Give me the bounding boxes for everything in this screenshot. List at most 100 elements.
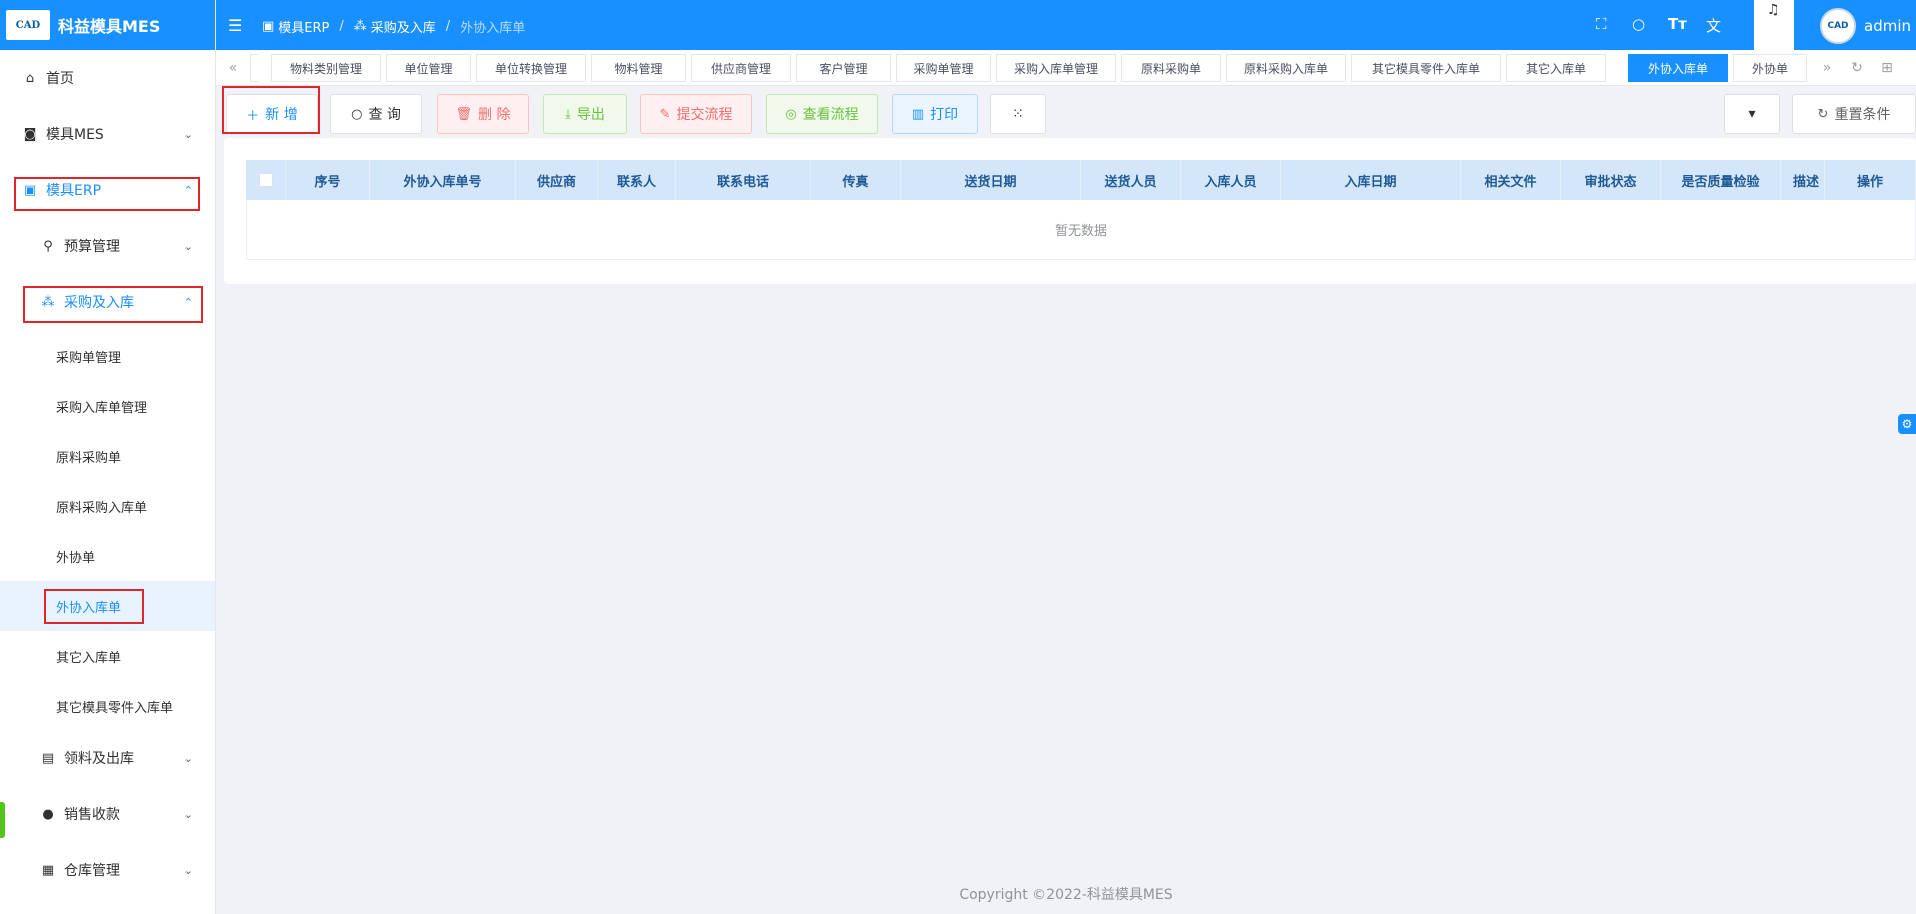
breadcrumb-item[interactable]: 采购及入库 xyxy=(371,17,436,36)
column-header[interactable]: 入库日期 xyxy=(1281,160,1461,200)
view-flow-button[interactable]: ◎ 查看流程 xyxy=(766,94,878,134)
sidebar-item-warehouse[interactable]: ▦ 仓库管理 ⌄ xyxy=(0,848,215,892)
sidebar-sub-item[interactable]: 采购入库单管理 xyxy=(0,381,215,431)
highlight-box xyxy=(23,286,203,323)
refresh-icon[interactable]: ↻ xyxy=(1844,54,1870,82)
printer-icon: ▥ xyxy=(911,106,925,122)
column-header[interactable]: 外协入库单号 xyxy=(370,160,516,200)
avatar-text: CAD xyxy=(1827,21,1849,31)
highlight-box xyxy=(222,86,320,134)
tag-item[interactable]: 原料采购入库单 xyxy=(1226,54,1346,82)
search-icon: ○ xyxy=(351,106,363,122)
sidebar-item-material-out[interactable]: ▤ 领料及出库 ⌄ xyxy=(0,736,215,780)
print-button[interactable]: ▥ 打印 xyxy=(892,94,978,134)
sidebar-item-home[interactable]: ⌂ 首页 xyxy=(0,56,215,100)
reset-button[interactable]: ↻ 重置条件 xyxy=(1792,94,1916,134)
chevron-down-icon: ⌄ xyxy=(183,863,193,877)
sidebar-item-budget[interactable]: ⚲ 预算管理 ⌄ xyxy=(0,224,215,268)
search-icon[interactable]: ○ xyxy=(1632,15,1645,33)
bell-icon[interactable]: ♫ xyxy=(1767,2,1780,18)
tag-item[interactable]: 其它模具零件入库单 xyxy=(1351,54,1501,82)
column-header[interactable]: 序号 xyxy=(286,160,370,200)
submit-flow-button[interactable]: ✎ 提交流程 xyxy=(640,94,752,134)
sidebar-item-label: 销售收款 xyxy=(64,807,120,823)
tag-item[interactable]: 原料采购单 xyxy=(1121,54,1221,82)
column-header[interactable]: 审批状态 xyxy=(1561,160,1661,200)
filter-icon: ⚲ xyxy=(43,238,53,254)
tag-edge xyxy=(250,54,258,82)
column-header[interactable]: 供应商 xyxy=(516,160,598,200)
column-header[interactable]: 入库人员 xyxy=(1181,160,1281,200)
user-icon: ● xyxy=(42,806,54,822)
top-header: ☰ ▣ 模具ERP / ⁂ 采购及入库 / 外协入库单 ⛶ ○ Tт 文 ♫ C… xyxy=(216,0,1916,50)
export-button[interactable]: ⤓ 导出 xyxy=(543,94,627,134)
side-handle[interactable] xyxy=(0,802,5,838)
sidebar-item-label: 领料及出库 xyxy=(64,751,134,767)
notification-area[interactable]: ♫ xyxy=(1754,0,1794,50)
home-icon: ⌂ xyxy=(25,70,35,86)
chevrons-left-icon[interactable]: « xyxy=(220,54,246,82)
sidebar-item-label: 首页 xyxy=(46,71,74,87)
menu-toggle-icon[interactable]: ☰ xyxy=(228,16,242,35)
tag-item[interactable]: 采购单管理 xyxy=(896,54,991,82)
chevrons-right-icon[interactable]: » xyxy=(1814,54,1840,82)
fullscreen-icon[interactable]: ⛶ xyxy=(1596,15,1607,33)
sidebar-sub-item[interactable]: 原料采购入库单 xyxy=(0,481,215,531)
tag-item[interactable]: 物料类别管理 xyxy=(271,54,381,82)
user-menu[interactable]: CAD admin xyxy=(1820,8,1911,44)
tag-item[interactable]: 其它入库单 xyxy=(1506,54,1606,82)
tag-item[interactable]: 单位管理 xyxy=(386,54,471,82)
column-header[interactable]: 传真 xyxy=(811,160,901,200)
dropdown-button[interactable]: ▾ xyxy=(1724,94,1780,134)
sidebar-item-mold-mes[interactable]: ◙ 模具MES ⌄ xyxy=(0,112,215,156)
column-header[interactable]: 是否质量检验 xyxy=(1661,160,1781,200)
tag-item[interactable]: 采购入库单管理 xyxy=(996,54,1116,82)
avatar[interactable]: CAD xyxy=(1820,8,1856,44)
column-header[interactable]: 联系电话 xyxy=(676,160,811,200)
logo: CAD xyxy=(6,10,50,40)
chevron-down-icon: ⌄ xyxy=(183,239,193,253)
columns-button[interactable]: ⁙ xyxy=(990,94,1046,134)
grid-icon[interactable]: ⊞ xyxy=(1874,54,1900,82)
breadcrumb-separator: / xyxy=(339,19,344,34)
sidebar-sub-item[interactable]: 原料采购单 xyxy=(0,431,215,481)
select-all-cell xyxy=(246,160,286,200)
column-header[interactable]: 相关文件 xyxy=(1461,160,1561,200)
caret-down-icon: ▾ xyxy=(1748,106,1756,122)
delete-button[interactable]: 🗑 删 除 xyxy=(437,94,529,134)
breadcrumb-item[interactable]: 模具ERP xyxy=(278,17,329,36)
settings-gear-icon[interactable]: ⚙ xyxy=(1898,414,1916,434)
sidebar: CAD 科益模具MES ⌂ 首页 ◙ 模具MES ⌄ ▣ 模具ERP ⌃ ⚲ 预… xyxy=(0,0,216,914)
tag-item[interactable]: 物料管理 xyxy=(591,54,686,82)
translate-icon[interactable]: 文 xyxy=(1706,15,1721,36)
query-button[interactable]: ○ 查 询 xyxy=(330,94,422,134)
sidebar-item-sales[interactable]: ● 销售收款 ⌄ xyxy=(0,792,215,836)
sidebar-sub-item[interactable]: 采购单管理 xyxy=(0,331,215,381)
column-header[interactable]: 送货日期 xyxy=(901,160,1081,200)
user-name[interactable]: admin xyxy=(1864,17,1911,35)
font-size-icon[interactable]: Tт xyxy=(1668,15,1687,33)
tag-item[interactable]: 外协单 xyxy=(1733,54,1807,82)
submit-flow-button-label: 提交流程 xyxy=(676,107,733,123)
column-header[interactable]: 描述 xyxy=(1781,160,1825,200)
logo-bar: CAD 科益模具MES xyxy=(0,0,215,50)
chevron-down-icon: ⌄ xyxy=(183,751,193,765)
sidebar-item-label: 模具MES xyxy=(46,127,104,143)
sidebar-sub-item[interactable]: 其它模具零件入库单 xyxy=(0,681,215,731)
column-header[interactable]: 送货人员 xyxy=(1081,160,1181,200)
tag-item[interactable]: 供应商管理 xyxy=(691,54,791,82)
tag-item-active[interactable]: 外协入库单 xyxy=(1628,54,1728,82)
tag-item[interactable]: 客户管理 xyxy=(796,54,891,82)
column-header[interactable]: 联系人 xyxy=(598,160,676,200)
column-header[interactable]: 操作 xyxy=(1825,160,1916,200)
tag-item[interactable]: 单位转换管理 xyxy=(476,54,586,82)
sidebar-sub-item[interactable]: 外协单 xyxy=(0,531,215,581)
bag-icon: ▣ xyxy=(262,19,275,34)
download-icon: ⤓ xyxy=(565,106,571,122)
select-all-checkbox[interactable] xyxy=(258,173,273,187)
print-button-label: 打印 xyxy=(930,107,959,123)
sidebar-sub-item[interactable]: 其它入库单 xyxy=(0,631,215,681)
query-button-label: 查 询 xyxy=(368,107,401,123)
empty-text: 暂无数据 xyxy=(1054,224,1107,239)
highlight-box xyxy=(44,589,144,624)
